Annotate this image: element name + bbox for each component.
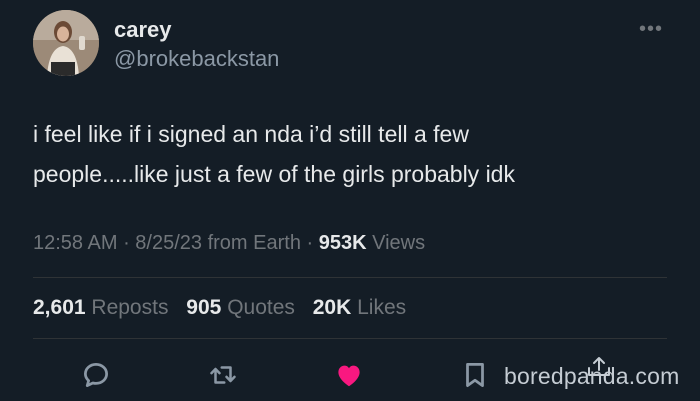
meta-separator: · xyxy=(123,232,136,254)
quotes-label: Quotes xyxy=(227,296,295,319)
tweet-card: carey @brokebackstan ••• i feel like if … xyxy=(0,0,700,401)
more-icon[interactable]: ••• xyxy=(636,14,666,44)
tweet-text: i feel like if i signed an nda i’d still… xyxy=(33,121,515,187)
repost-icon xyxy=(210,366,236,384)
likes-count: 20K xyxy=(312,296,352,319)
likes-stat[interactable]: 20K Likes xyxy=(313,296,406,319)
views-label: Views xyxy=(372,232,426,254)
reply-button[interactable] xyxy=(79,355,113,395)
tweet-source: from Earth xyxy=(207,232,301,254)
tweet-meta: 12:58 AM · 8/25/23 from Earth · 953K Vie… xyxy=(33,232,425,255)
reposts-stat[interactable]: 2,601 Reposts xyxy=(33,296,168,319)
user-handle[interactable]: @brokebackstan xyxy=(114,46,279,72)
like-button[interactable] xyxy=(332,355,366,395)
avatar[interactable] xyxy=(33,10,99,76)
tweet-stats: 2,601 Reposts 905 Quotes 20K Likes xyxy=(33,296,418,320)
quotes-stat[interactable]: 905 Quotes xyxy=(186,296,295,319)
reposts-label: Reposts xyxy=(91,296,169,319)
views-count[interactable]: 953K xyxy=(319,232,367,254)
likes-label: Likes xyxy=(357,296,407,319)
display-name[interactable]: carey xyxy=(114,17,172,43)
reposts-count: 2,601 xyxy=(33,296,86,319)
meta-separator: · xyxy=(306,232,319,254)
avatar-photo xyxy=(33,10,99,76)
bookmark-icon xyxy=(466,363,484,387)
share-icon xyxy=(588,357,610,376)
bookmark-button[interactable] xyxy=(458,355,492,395)
divider xyxy=(33,338,667,339)
tweet-date[interactable]: 8/25/23 xyxy=(135,232,202,254)
tweet-time[interactable]: 12:58 AM xyxy=(33,232,118,254)
reply-icon xyxy=(84,363,108,387)
quotes-count: 905 xyxy=(186,296,222,319)
like-icon xyxy=(338,365,360,387)
repost-button[interactable] xyxy=(206,355,240,395)
divider xyxy=(33,277,667,278)
